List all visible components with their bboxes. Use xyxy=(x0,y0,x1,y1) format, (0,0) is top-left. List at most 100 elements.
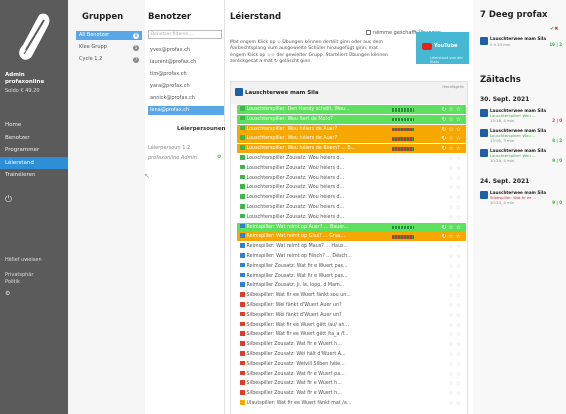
activity-entry[interactable]: Lauschterwee mam Sila Louschterspiller: … xyxy=(480,108,564,126)
group-item[interactable]: Klee Grupp 5 xyxy=(76,43,142,52)
star-icon[interactable]: ☆ ☆ xyxy=(448,330,461,339)
star-icon[interactable]: ☆ ☆ xyxy=(448,379,461,388)
info-text: Mat engem Klick op ☆ Übungen kënnen dert… xyxy=(230,40,388,64)
exercise-row[interactable]: Reimspiller: Wat reimt op Fësch? ... Dës… xyxy=(237,252,466,261)
exercise-row[interactable]: Louschterspiller Zousatz: Wou héiers d..… xyxy=(237,193,466,202)
exercise-row[interactable]: Louschterspiller: Den Handy schellt. Wou… xyxy=(237,105,466,114)
exercise-row[interactable]: Silbespiller: Wat fir ee Wuert fänkt sou… xyxy=(237,291,466,300)
nav-item-home[interactable]: Home xyxy=(0,119,68,132)
help-link[interactable]: Hëllef uweisen xyxy=(5,257,42,263)
progress-bar xyxy=(392,147,414,151)
star-icon[interactable]: ☆ ☆ xyxy=(448,242,461,251)
settings-icon[interactable]: ⚙ xyxy=(5,290,10,297)
nav-item-benotzer[interactable]: Benotzer xyxy=(0,132,68,145)
power-icon[interactable]: ⏻ xyxy=(5,195,12,205)
star-icon[interactable]: ☆ ☆ xyxy=(448,174,461,183)
exercise-row[interactable]: Reimspiller Zousatz: Wat fir e Wuert pas… xyxy=(237,272,466,281)
star-icon[interactable]: ☆ ☆ xyxy=(448,281,461,290)
exercise-row[interactable]: Louschterspiller Zousatz: Wou héiers d..… xyxy=(237,154,466,163)
star-icon[interactable]: ☆ ☆ xyxy=(448,399,461,408)
exercise-row[interactable]: Louschterspiller Zousatz: Wou héiers d..… xyxy=(237,164,466,173)
exercise-row[interactable]: Silbespiller Zousatz: Wat fir e Wuert pa… xyxy=(237,370,466,379)
activity-entry[interactable]: Lauschterwee mam Sila Silbespiller: Wat … xyxy=(480,190,564,208)
exercise-row[interactable]: Silbespiller Zousatz: Wéivill Silben héi… xyxy=(237,360,466,369)
exercise-row[interactable]: Silbespiller: Wat fir ee Wuert gëtt /au/… xyxy=(237,321,466,330)
user-item-selected[interactable]: lena@profax.ch xyxy=(148,106,224,115)
exercise-row[interactable]: Reimspiller Zousatz: Ji, la, lopp, d Mam… xyxy=(237,281,466,290)
exercise-row[interactable]: Louschterspiller Zousatz: Wou héiers d..… xyxy=(237,213,466,222)
user-name: Admin profaxonline xyxy=(5,72,44,86)
star-icon[interactable]: ☆ ☆ xyxy=(448,183,461,192)
exercise-type-icon xyxy=(240,282,245,287)
star-icon[interactable]: ☆ ☆ xyxy=(448,311,461,320)
exercise-row[interactable]: Louschterspiller Zousatz: Wou héiers d..… xyxy=(237,203,466,212)
exercise-type-icon xyxy=(240,262,245,268)
exercise-row[interactable]: Reimspiller Zousatz: Wat fir e Wuert pas… xyxy=(237,262,466,271)
user-item[interactable]: tim@profax.ch xyxy=(148,70,224,79)
only-done-checkbox[interactable] xyxy=(366,30,371,35)
star-icon[interactable]: ↻ ☆ ☆ xyxy=(441,223,461,232)
exercise-row[interactable]: Louschterspiller: Wou fiert de Moto? ↻ ☆ … xyxy=(237,114,466,124)
star-icon[interactable]: ↻ ☆ ☆ xyxy=(441,115,461,124)
exercise-row[interactable]: Ulautspiller: Wat fir ee Wuert fänkt mat… xyxy=(237,399,466,408)
exercise-title: Silbespiller Zousatz: Wat fir e Wuert pa… xyxy=(246,371,345,377)
exercise-row[interactable]: Louschterspiller: Wou héiers de Beem? ..… xyxy=(237,144,466,154)
accept-reject-icon[interactable]: ✔✖ xyxy=(550,26,558,32)
user-item[interactable]: yara@profax.ch xyxy=(148,82,224,91)
group-item[interactable]: Cycle 1.2 7 xyxy=(76,55,142,64)
nav-item-programmer[interactable]: Programmer xyxy=(0,144,68,157)
star-icon[interactable]: ↻ ☆ ☆ xyxy=(441,105,461,114)
star-icon[interactable]: ☆ ☆ xyxy=(448,340,461,349)
star-icon[interactable]: ☆ ☆ xyxy=(448,389,461,398)
exercise-row[interactable]: Louschterspiller Zousatz: Wou héiers d..… xyxy=(237,183,466,192)
activity-entry[interactable]: Lauschterwee mam Sila Louschterspiller: … xyxy=(480,148,564,166)
user-item[interactable]: yves@profax.ch xyxy=(148,46,224,55)
exercise-row[interactable]: Silbespiller: Wéi fänkt d'Wuert Auer un?… xyxy=(237,301,466,310)
user-filter-input[interactable]: Benotzer filteren... xyxy=(148,30,222,39)
exercise-row[interactable]: Reimspiller: Wat reimt op Auer? ... Baue… xyxy=(237,222,466,232)
star-icon[interactable]: ☆ ☆ xyxy=(448,321,461,330)
teacher-item[interactable]: Léierpersoun 1.2 xyxy=(148,145,190,151)
exercise-row[interactable]: Silbespiller Zousatz: Wat fir e Wuert h.… xyxy=(237,389,466,398)
exercise-row[interactable]: Reimspiller: Wat reimt op Maus? ... Haus… xyxy=(237,242,466,251)
exercise-row[interactable]: Silbespiller: Wéi fänkt d'Wuert Auer un?… xyxy=(237,311,466,320)
exercise-row[interactable]: Louschterspiller Zousatz: Wou héiers d..… xyxy=(237,174,466,183)
exercise-row[interactable]: Silbespiller Zousatz: Wat fir e Wuert h.… xyxy=(237,340,466,349)
teacher-item[interactable]: profaxonline Admin xyxy=(148,155,197,161)
group-item[interactable]: All Benotzer 8 xyxy=(76,31,142,40)
star-icon[interactable]: ☆ ☆ xyxy=(448,350,461,359)
exercise-row[interactable]: Louschterspiller: Wou héiers de Auer? ↻ ☆… xyxy=(237,124,466,134)
exercise-type-icon xyxy=(240,321,245,327)
star-icon[interactable]: ↻ ☆ ☆ xyxy=(441,144,461,153)
exercise-title: Silbespiller: Wat fir ee Wuert fänkt sou… xyxy=(246,293,351,299)
star-icon[interactable]: ☆ ☆ xyxy=(448,213,461,222)
exercise-row[interactable]: Silbespiller Zousatz: Wat fir e Wuert h.… xyxy=(237,379,466,388)
exercise-title: Louschterspiller Zousatz: Wou héiers d..… xyxy=(246,205,345,210)
star-icon[interactable]: ☆ ☆ xyxy=(448,370,461,379)
activity-entry[interactable]: Lauschterwee mam Sila 0 h 23 min 19 | 2 xyxy=(480,36,564,54)
video-thumbnail[interactable]: YouTube Léierstand vun der Klass xyxy=(416,32,469,64)
nav-item-leierstand[interactable]: Léierstand xyxy=(0,156,68,169)
star-icon[interactable]: ↻ ☆ ☆ xyxy=(441,125,461,134)
user-item[interactable]: annick@profax.ch xyxy=(148,94,224,103)
star-icon[interactable]: ☆ ☆ xyxy=(448,291,461,300)
star-icon[interactable]: ☆ ☆ xyxy=(448,252,461,261)
nav-item-traineieren[interactable]: Trainéieren xyxy=(0,169,68,182)
exercise-row[interactable]: Silbespiller: Wat fir ee Wuert gëtt /ta_… xyxy=(237,330,466,339)
star-icon[interactable]: ☆ ☆ xyxy=(448,193,461,202)
star-icon[interactable]: ↻ ☆ ☆ xyxy=(441,134,461,143)
star-icon[interactable]: ☆ ☆ xyxy=(448,154,461,163)
activity-entry[interactable]: Lauschterwee mam Sila Louschterspiller: … xyxy=(480,128,564,146)
star-icon[interactable]: ☆ ☆ xyxy=(448,301,461,310)
exercise-row[interactable]: Louschterspiller: Wou héiers de Auer? ↻ ☆… xyxy=(237,134,466,144)
user-item[interactable]: laurent@profax.ch xyxy=(148,58,224,67)
privacy-link[interactable]: Privatsphär Politik xyxy=(5,272,33,285)
star-icon[interactable]: ☆ ☆ xyxy=(448,203,461,212)
star-icon[interactable]: ↻ ☆ ☆ xyxy=(441,232,461,241)
star-icon[interactable]: ☆ ☆ xyxy=(448,360,461,369)
star-icon[interactable]: ☆ ☆ xyxy=(448,272,461,281)
exercise-row[interactable]: Silbespiller Zousatz: Wéi hält d'Wuert A… xyxy=(237,350,466,359)
star-icon[interactable]: ☆ ☆ xyxy=(448,262,461,271)
star-icon[interactable]: ☆ ☆ xyxy=(448,164,461,173)
exercise-row[interactable]: Reimspiller: Wat reimt op Glas? ... Gras… xyxy=(237,232,466,242)
